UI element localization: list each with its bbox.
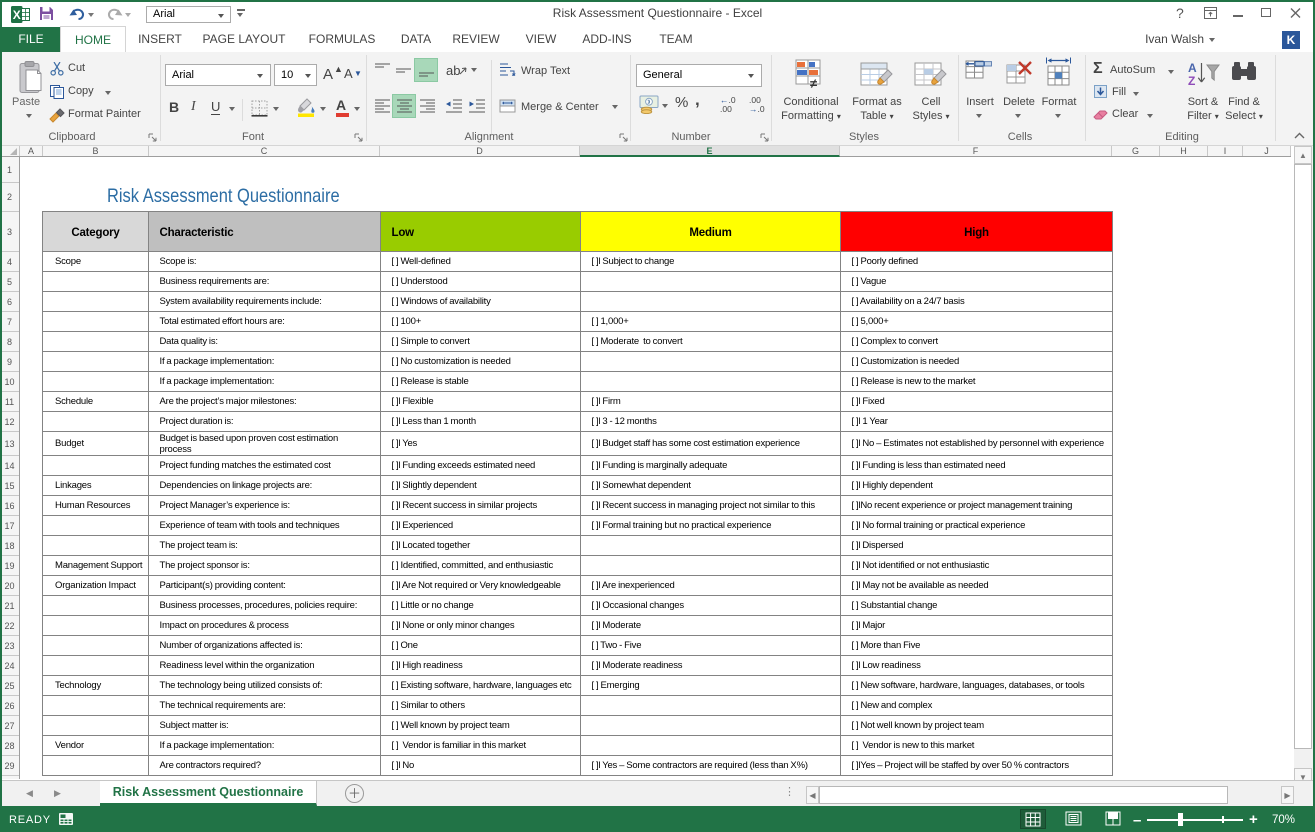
svg-text:A: A — [1188, 61, 1197, 75]
svg-text:≠: ≠ — [810, 76, 817, 90]
svg-text:Z: Z — [1188, 74, 1195, 88]
svg-text:ab: ab — [446, 63, 460, 78]
